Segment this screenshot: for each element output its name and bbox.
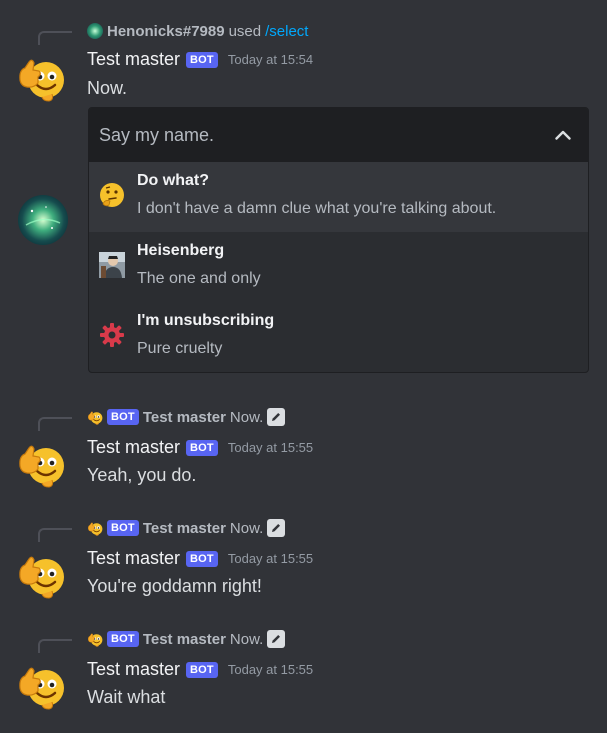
- reply-reference[interactable]: BOT Test master Now.: [87, 629, 286, 649]
- bot-avatar-icon: [87, 633, 103, 647]
- thinking-face-icon: [100, 183, 124, 207]
- author-name[interactable]: Test master: [87, 49, 180, 70]
- reply-author[interactable]: Test master: [143, 631, 226, 648]
- author-name[interactable]: Test master: [87, 659, 180, 680]
- option-label: Do what?: [137, 172, 209, 189]
- reply-reference[interactable]: BOT Test master Now.: [87, 407, 286, 427]
- pencil-icon: [267, 408, 286, 426]
- bot-avatar-icon[interactable]: [16, 549, 66, 599]
- option-description: I don't have a damn clue what you're tal…: [137, 200, 497, 217]
- reply-connector: [38, 639, 72, 653]
- message-content: Yeah, you do.: [87, 465, 197, 485]
- message-header: Test master BOT Today at 15:54: [87, 49, 313, 70]
- bot-badge: BOT: [107, 409, 139, 425]
- chevron-up-icon[interactable]: [555, 130, 571, 140]
- reply-connector: [38, 417, 72, 431]
- author-name[interactable]: Test master: [87, 437, 180, 458]
- pencil-icon: [267, 519, 286, 537]
- command-user[interactable]: Henonicks#7989: [107, 23, 225, 40]
- select-menu-header[interactable]: Say my name.: [89, 108, 588, 162]
- reply-reference[interactable]: BOT Test master Now.: [87, 518, 286, 538]
- pencil-icon: [267, 630, 286, 648]
- select-option[interactable]: Heisenberg The one and only: [89, 232, 588, 302]
- select-option[interactable]: Do what? I don't have a damn clue what y…: [89, 162, 588, 232]
- command-name[interactable]: /select: [265, 23, 308, 40]
- option-description: Pure cruelty: [137, 340, 223, 357]
- reply-connector: [38, 31, 72, 45]
- bot-avatar-icon: [87, 411, 103, 425]
- command-reference[interactable]: Henonicks#7989 used /select: [87, 21, 308, 41]
- bot-badge: BOT: [186, 51, 218, 68]
- bot-avatar-icon: [87, 522, 103, 536]
- option-label: Heisenberg: [137, 242, 225, 259]
- select-menu[interactable]: Say my name. Do what? I don't have a dam…: [88, 107, 589, 373]
- timestamp: Today at 15:55: [227, 662, 314, 677]
- reply-connector: [38, 528, 72, 542]
- option-description: The one and only: [137, 270, 261, 287]
- timestamp: Today at 15:55: [227, 551, 314, 566]
- select-option[interactable]: I'm unsubscribing Pure cruelty: [89, 302, 588, 372]
- user-avatar-icon: [87, 23, 103, 39]
- reply-content: Now.: [229, 408, 264, 426]
- reply-content: Now.: [229, 630, 264, 648]
- bot-badge: BOT: [186, 550, 218, 567]
- user-avatar-icon[interactable]: [18, 195, 68, 245]
- bot-avatar-icon[interactable]: [16, 660, 66, 710]
- message-header: Test master BOT Today at 15:55: [87, 659, 313, 680]
- message-content: Wait what: [87, 687, 166, 707]
- message-content: You're goddamn right!: [87, 576, 262, 596]
- reply-author[interactable]: Test master: [143, 409, 226, 426]
- message-content: Now.: [87, 78, 128, 98]
- bot-badge: BOT: [186, 661, 218, 678]
- timestamp: Today at 15:54: [227, 52, 314, 67]
- bot-avatar-icon[interactable]: [16, 52, 66, 102]
- bot-badge: BOT: [186, 439, 218, 456]
- command-verb: used: [228, 22, 262, 40]
- reply-content: Now.: [229, 519, 264, 537]
- author-name[interactable]: Test master: [87, 548, 180, 569]
- reply-author[interactable]: Test master: [143, 520, 226, 537]
- bot-avatar-icon[interactable]: [16, 438, 66, 488]
- bot-badge: BOT: [107, 631, 139, 647]
- red-gear-icon: [100, 323, 124, 347]
- bot-badge: BOT: [107, 520, 139, 536]
- message-header: Test master BOT Today at 15:55: [87, 437, 313, 458]
- timestamp: Today at 15:55: [227, 440, 314, 455]
- message-header: Test master BOT Today at 15:55: [87, 548, 313, 569]
- option-label: I'm unsubscribing: [137, 312, 275, 329]
- heisenberg-image-icon: [99, 252, 125, 278]
- select-placeholder: Say my name.: [99, 124, 215, 145]
